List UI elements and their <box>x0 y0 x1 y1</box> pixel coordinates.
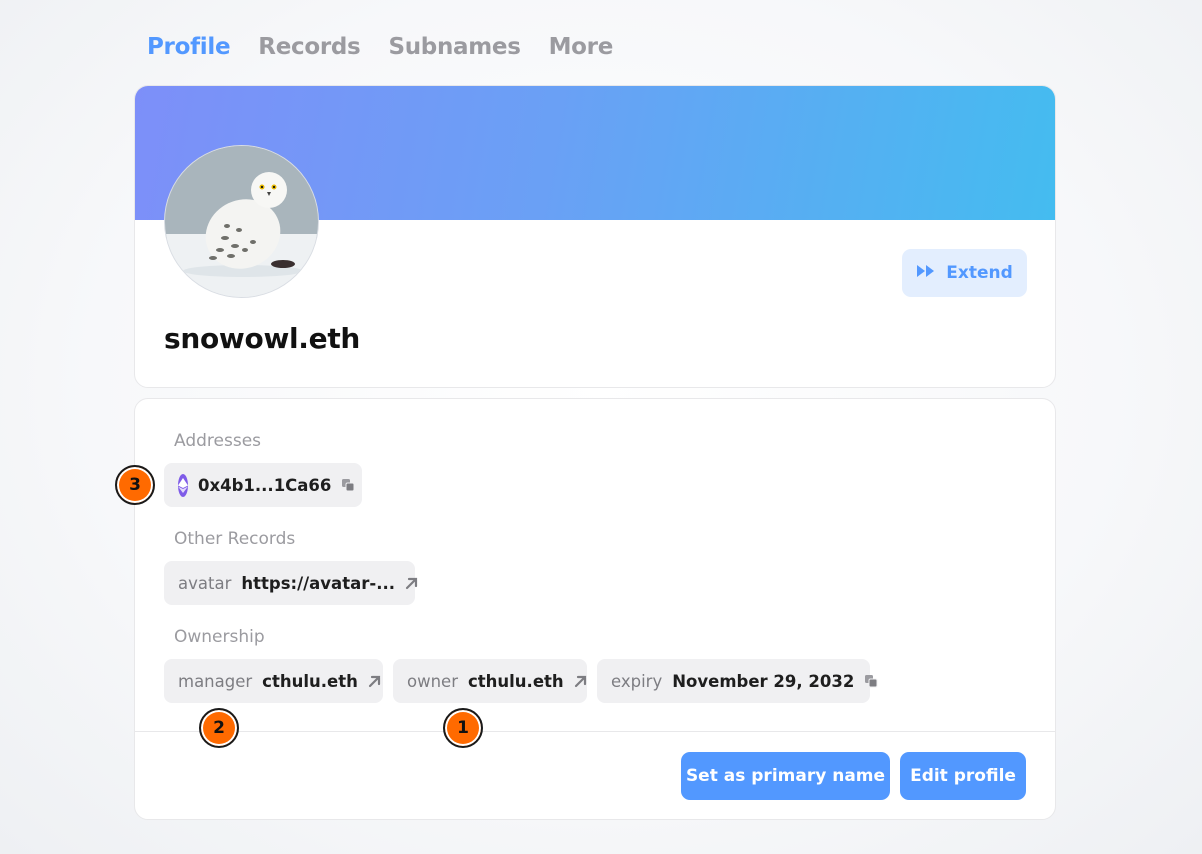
owner-chip[interactable]: owner cthulu.eth <box>393 659 587 703</box>
tab-subnames[interactable]: Subnames <box>388 34 520 60</box>
manager-value: cthulu.eth <box>262 671 358 691</box>
owl-image <box>165 146 318 297</box>
owner-value: cthulu.eth <box>467 671 564 691</box>
records-card: Addresses 0x4b1...1Ca66 Other Records av… <box>134 398 1056 820</box>
marker-1: 1 <box>443 708 483 748</box>
edit-profile-button[interactable]: Edit profile <box>900 752 1026 800</box>
copy-icon[interactable] <box>864 674 878 688</box>
profile-card: snowowl.eth Extend <box>134 85 1056 388</box>
tab-records[interactable]: Records <box>258 34 360 60</box>
manager-chip[interactable]: manager cthulu.eth <box>164 659 383 703</box>
external-link-icon[interactable] <box>574 675 587 688</box>
copy-icon[interactable] <box>341 478 355 492</box>
avatar-record-key: avatar <box>178 573 232 593</box>
avatar <box>164 145 319 298</box>
eth-address-value: 0x4b1...1Ca66 <box>198 475 332 495</box>
other-records-label: Other Records <box>174 529 296 549</box>
avatar-record-chip[interactable]: avatar https://avatar-... <box>164 561 418 605</box>
set-primary-name-button[interactable]: Set as primary name <box>681 752 890 800</box>
expiry-chip[interactable]: expiry November 29, 2032 <box>597 659 878 703</box>
expiry-value: November 29, 2032 <box>672 671 855 691</box>
extend-label: Extend <box>946 263 1013 283</box>
tab-profile[interactable]: Profile <box>147 34 231 60</box>
expiry-key: expiry <box>611 671 663 691</box>
page: Profile Records Subnames More snowowl.et… <box>0 0 1202 854</box>
marker-2: 2 <box>199 708 239 748</box>
eth-address-chip[interactable]: 0x4b1...1Ca66 <box>164 463 362 507</box>
tab-more[interactable]: More <box>549 34 614 60</box>
divider <box>135 731 1055 732</box>
external-link-icon[interactable] <box>405 577 418 590</box>
addresses-label: Addresses <box>174 431 262 451</box>
ethereum-icon <box>178 473 188 497</box>
avatar-record-value: https://avatar-... <box>241 573 395 593</box>
owner-key: owner <box>407 671 458 691</box>
extend-button[interactable]: Extend <box>902 249 1027 297</box>
external-link-icon[interactable] <box>368 675 381 688</box>
marker-3: 3 <box>115 465 155 505</box>
tab-bar: Profile Records Subnames More <box>147 34 613 60</box>
profile-name: snowowl.eth <box>164 322 361 355</box>
fast-forward-icon <box>916 263 936 283</box>
manager-key: manager <box>178 671 253 691</box>
ownership-label: Ownership <box>174 627 265 647</box>
